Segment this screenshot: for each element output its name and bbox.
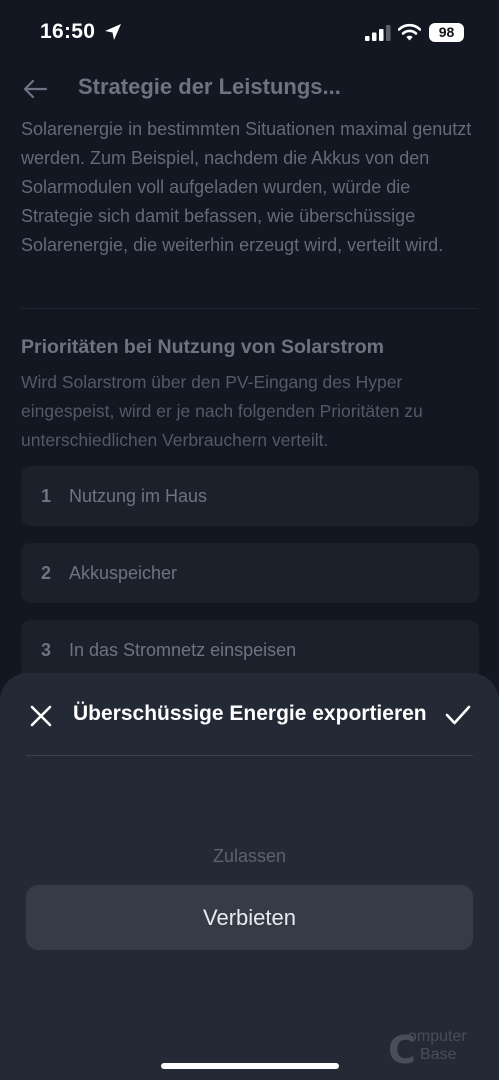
priority-number: 1 bbox=[41, 485, 52, 506]
priority-label: In das Stromnetz einspeisen bbox=[69, 639, 297, 660]
sheet-title: Überschüssige Energie exportieren bbox=[73, 702, 427, 725]
status-time: 16:50 bbox=[40, 20, 96, 43]
priority-item-2[interactable]: 2 Akkuspeicher bbox=[21, 543, 479, 603]
checkmark-icon[interactable] bbox=[445, 704, 471, 726]
intro-text: Solarenergie in bestimmten Situationen m… bbox=[21, 119, 472, 255]
sheet-divider bbox=[26, 755, 473, 756]
priority-label: Nutzung im Haus bbox=[69, 485, 208, 506]
location-arrow-icon bbox=[105, 24, 121, 40]
priority-item-1[interactable]: 1 Nutzung im Haus bbox=[21, 466, 479, 526]
app-screen: Strategie der Leistungs... Solarenergie … bbox=[0, 0, 499, 1080]
section-description: Wird Solarstrom über den PV-Eingang des … bbox=[21, 372, 423, 450]
priority-label: Akkuspeicher bbox=[69, 562, 178, 583]
watermark-line-2: Base bbox=[420, 1046, 457, 1063]
picker-option-verbieten[interactable]: Verbieten bbox=[26, 885, 473, 950]
picker-selected-label: Verbieten bbox=[203, 904, 296, 930]
wifi-icon bbox=[398, 23, 421, 41]
section-title: Prioritäten bei Nutzung von Solarstrom bbox=[21, 336, 384, 358]
status-bar: 16:50 98 bbox=[0, 0, 499, 64]
computerbase-watermark-logo: C omputer Base bbox=[388, 1026, 492, 1072]
priority-item-3[interactable]: 3 In das Stromnetz einspeisen bbox=[21, 620, 479, 680]
page-title: Strategie der Leistungs... bbox=[78, 74, 341, 99]
back-arrow-icon[interactable] bbox=[22, 77, 48, 101]
priority-number: 3 bbox=[41, 639, 52, 660]
bottom-sheet: Überschüssige Energie exportieren Zulass… bbox=[0, 673, 499, 1080]
cellular-signal-icon bbox=[365, 25, 391, 41]
picker-option-zulassen[interactable]: Zulassen bbox=[0, 846, 499, 867]
home-indicator[interactable] bbox=[161, 1063, 339, 1069]
close-icon[interactable] bbox=[30, 705, 52, 727]
battery-icon: 98 bbox=[429, 23, 464, 42]
priority-number: 2 bbox=[41, 562, 52, 583]
divider bbox=[21, 308, 478, 309]
watermark-line-1: omputer bbox=[408, 1028, 467, 1045]
